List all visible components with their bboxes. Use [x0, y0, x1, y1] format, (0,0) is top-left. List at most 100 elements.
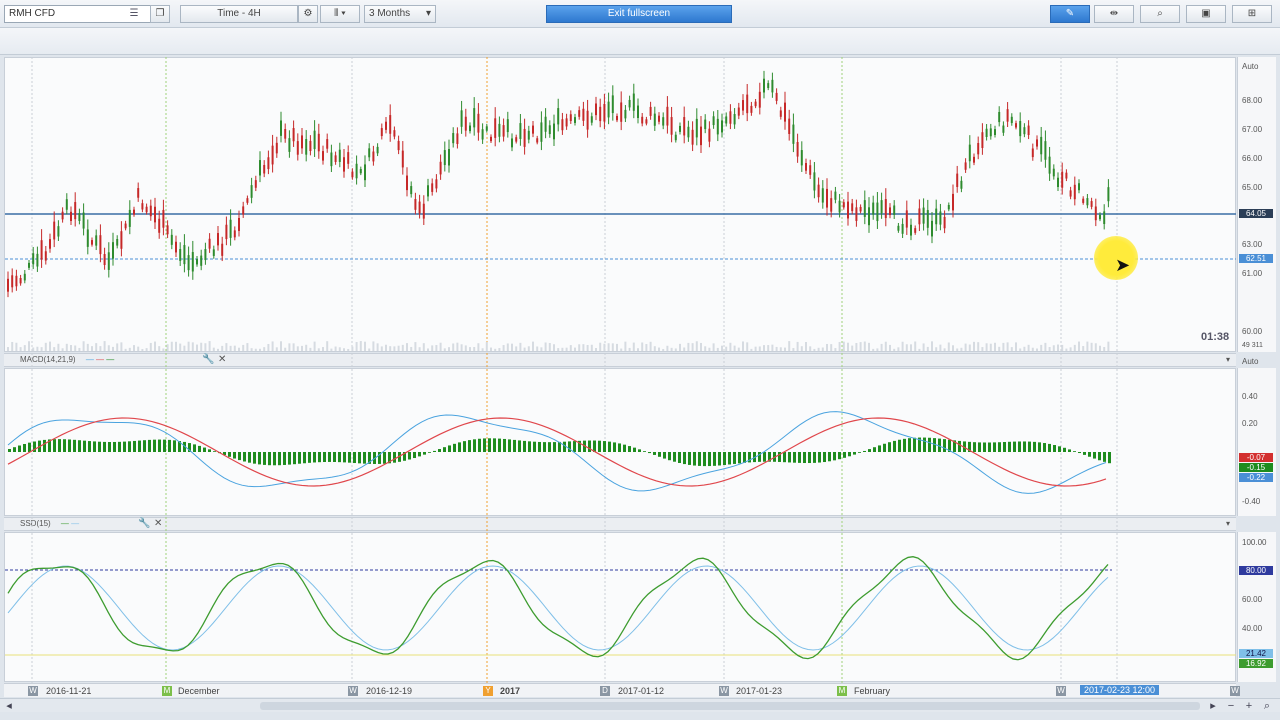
macd-histogram-bar	[698, 452, 701, 466]
volume-bar	[532, 341, 534, 351]
macd-histogram-bar	[523, 440, 526, 452]
price-candle-body	[137, 188, 140, 198]
price-candle-body	[729, 111, 732, 124]
price-candle-body	[922, 207, 925, 224]
price-candle-body	[70, 211, 72, 222]
price-candle-body	[280, 120, 282, 136]
macd-histogram-bar	[238, 452, 241, 461]
volume-bar	[343, 348, 345, 351]
price-candle-body	[1065, 172, 1068, 179]
price-candle-body	[574, 117, 576, 123]
volume-bar	[166, 344, 169, 351]
price-candle-body	[905, 210, 908, 228]
price-candle-body	[330, 152, 333, 167]
price-candle-body	[124, 223, 127, 229]
volume-bar	[817, 347, 820, 351]
price-candle-body	[175, 241, 177, 253]
volume-bar	[519, 342, 522, 351]
price-candle-body	[876, 202, 879, 222]
volume-bar	[15, 342, 18, 351]
volume-bar	[1094, 343, 1097, 351]
macd-histogram-bar	[1063, 447, 1066, 452]
price-candle-body	[813, 172, 816, 191]
macd-histogram-bar	[308, 452, 311, 463]
price-candle-body	[1099, 214, 1101, 220]
macd-histogram-bar	[533, 441, 536, 452]
zoom-out-icon[interactable]: −	[1224, 699, 1238, 713]
volume-bar	[460, 344, 463, 351]
time-label: December	[178, 686, 220, 696]
price-candle-body	[187, 255, 190, 271]
price-candle-body	[952, 193, 954, 211]
scroll-left-icon[interactable]: ◂	[2, 699, 16, 713]
price-candle-body	[317, 133, 320, 152]
volume-bar	[721, 345, 723, 351]
price-candle-body	[11, 275, 14, 288]
volume-bar	[116, 343, 119, 351]
price-candle-body	[427, 185, 429, 197]
volume-bar	[712, 343, 715, 351]
volume-bar	[527, 346, 530, 351]
price-candle-body	[452, 133, 455, 144]
zoom-in-icon[interactable]: +	[1242, 699, 1256, 713]
price-candle-body	[519, 123, 522, 139]
price-candle-body	[611, 95, 614, 114]
price-candle-body	[847, 201, 849, 219]
volume-bar	[385, 344, 387, 351]
time-axis[interactable]: W 2016-11-21 M December W 2016-12-19 Y 2…	[4, 683, 1240, 697]
volume-bar	[553, 344, 555, 351]
volume-bar	[1073, 344, 1076, 351]
price-candle-body	[305, 139, 308, 155]
macd-histogram-bar	[743, 452, 746, 463]
price-candle-body	[527, 130, 530, 140]
macd-line	[7, 411, 1107, 494]
macd-histogram-bar	[158, 439, 161, 452]
volume-bar	[897, 347, 900, 351]
price-candle-body	[754, 101, 757, 107]
price-candle-body	[842, 202, 845, 208]
volume-bar	[284, 347, 287, 351]
macd-histogram-bar	[608, 441, 611, 452]
macd-histogram-bar	[198, 445, 201, 452]
volume-bar	[544, 342, 547, 351]
price-candle-body	[964, 162, 967, 170]
price-candle-body	[653, 113, 656, 126]
crosshair-time-label: 2017-02-23 12:00	[1080, 685, 1160, 695]
volume-bar	[481, 348, 484, 351]
macd-histogram-bar	[1053, 445, 1056, 452]
macd-histogram-bar	[413, 452, 416, 459]
price-candle-body	[670, 117, 673, 135]
macd-histogram-bar	[983, 442, 986, 452]
price-candle-body	[376, 146, 379, 154]
macd-histogram-bar	[473, 439, 476, 452]
macd-histogram-bar	[1033, 441, 1036, 452]
price-candle-body	[460, 110, 463, 127]
magnify-icon[interactable]: ⌕	[1260, 699, 1274, 713]
volume-bar	[431, 345, 434, 351]
volume-bar	[540, 347, 543, 351]
volume-bar	[956, 348, 959, 351]
scroll-right-icon[interactable]: ▸	[1206, 699, 1220, 713]
horizontal-scrollbar[interactable]: ◂ ▸ − + ⌕	[0, 698, 1280, 712]
volume-bar	[733, 345, 736, 351]
macd-histogram-bar	[883, 443, 886, 452]
price-candle-body	[553, 123, 555, 140]
macd-histogram-bar	[823, 452, 826, 463]
price-candle-body	[326, 139, 329, 149]
volume-bar	[448, 347, 450, 351]
volume-bar	[133, 345, 135, 351]
scroll-thumb[interactable]	[260, 702, 1200, 710]
macd-histogram-bar	[408, 452, 411, 460]
macd-histogram-bar	[468, 440, 471, 452]
macd-histogram-bar	[153, 439, 156, 452]
macd-histogram-bar	[888, 442, 891, 452]
volume-bar	[511, 343, 513, 351]
volume-bar	[137, 346, 140, 351]
time-label: 2016-12-19	[366, 686, 413, 696]
macd-histogram-bar	[258, 452, 261, 465]
macd-histogram-bar	[553, 442, 556, 452]
volume-bar	[191, 342, 194, 351]
macd-histogram-bar	[213, 451, 216, 452]
volume-bar	[44, 342, 47, 351]
price-candle-body	[981, 132, 984, 149]
